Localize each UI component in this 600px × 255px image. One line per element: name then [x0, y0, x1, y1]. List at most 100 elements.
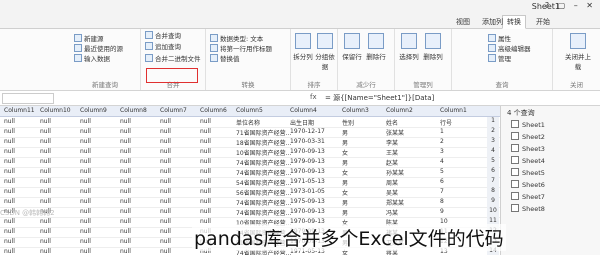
ribbon-item[interactable]: 将第一行用作标题	[210, 43, 272, 53]
table-cell[interactable]: null	[160, 128, 171, 135]
table-cell[interactable]: null	[80, 248, 91, 255]
table-cell[interactable]: 5	[440, 168, 444, 175]
table-cell[interactable]: 8	[440, 198, 444, 205]
table-cell[interactable]: null	[160, 168, 171, 175]
table-cell[interactable]: null	[80, 188, 91, 195]
table-cell[interactable]: null	[120, 158, 131, 165]
table-cell[interactable]: 10省国际资产经营...	[236, 148, 291, 157]
checkbox-icon[interactable]	[511, 132, 519, 140]
table-cell[interactable]: 张某某	[386, 128, 404, 137]
table-cell[interactable]: null	[4, 218, 15, 225]
table-cell[interactable]: 56省国际资产经营...	[236, 188, 291, 197]
table-cell[interactable]: null	[120, 228, 131, 235]
table-cell[interactable]: null	[160, 158, 171, 165]
table-cell[interactable]: null	[4, 118, 15, 125]
table-cell[interactable]: null	[200, 158, 211, 165]
formula-input[interactable]: = 源{[Name="Sheet1"]}[Data]	[325, 93, 434, 103]
table-cell[interactable]: null	[4, 198, 15, 205]
table-cell[interactable]: 1970-09-13	[290, 168, 325, 175]
table-cell[interactable]: null	[80, 228, 91, 235]
table-cell[interactable]: 男	[342, 138, 348, 147]
table-cell[interactable]: 吴某	[386, 188, 398, 197]
ribbon-item[interactable]: 合并二进制文件	[145, 53, 201, 63]
table-cell[interactable]: 孙某某	[386, 168, 404, 177]
checkbox-icon[interactable]	[511, 144, 519, 152]
table-cell[interactable]: null	[40, 218, 51, 225]
table-cell[interactable]: 1971-05-13	[290, 178, 325, 185]
table-cell[interactable]: null	[160, 248, 171, 255]
window-controls[interactable]: ? ▢ – ✕	[545, 1, 596, 10]
table-cell[interactable]: null	[200, 118, 211, 125]
table-cell[interactable]: null	[120, 148, 131, 155]
table-cell[interactable]: null	[4, 138, 15, 145]
table-cell[interactable]: 1975-09-13	[290, 198, 325, 205]
close-and-load-button[interactable]: 关闭并上载	[563, 33, 593, 71]
column-header[interactable]: Column4	[290, 107, 317, 114]
table-cell[interactable]: 冯某	[386, 208, 398, 217]
column-header[interactable]: Column3	[342, 107, 369, 114]
table-cell[interactable]: 1970-09-13	[290, 208, 325, 215]
table-cell[interactable]: null	[120, 128, 131, 135]
query-item[interactable]: Sheet7	[511, 192, 545, 201]
table-cell[interactable]: 74省国际资产经营...	[236, 168, 291, 177]
table-cell[interactable]: 6	[440, 178, 444, 185]
table-cell[interactable]: null	[200, 138, 211, 145]
table-cell[interactable]: null	[40, 118, 51, 125]
table-cell[interactable]: 李某	[386, 138, 398, 147]
column-header[interactable]: Column6	[200, 107, 227, 114]
column-header[interactable]: Column1	[440, 107, 467, 114]
table-cell[interactable]: null	[200, 178, 211, 185]
table-cell[interactable]: null	[80, 138, 91, 145]
table-cell[interactable]: null	[160, 218, 171, 225]
ribbon-item[interactable]: 数据类型: 文本	[210, 33, 263, 43]
ribbon-item[interactable]: 高级编辑器	[488, 43, 531, 53]
table-cell[interactable]: 74省国际资产经营...	[236, 208, 291, 217]
tab-add-column[interactable]: 添加列	[478, 16, 507, 28]
table-cell[interactable]: null	[40, 198, 51, 205]
split-column-button[interactable]: 拆分列	[293, 33, 313, 61]
table-cell[interactable]: null	[40, 178, 51, 185]
column-header[interactable]: Column7	[160, 107, 187, 114]
table-cell[interactable]: 7	[440, 188, 444, 195]
table-cell[interactable]: null	[4, 148, 15, 155]
query-item[interactable]: Sheet5	[511, 168, 545, 177]
column-header[interactable]: Column2	[386, 107, 413, 114]
remove-columns-button[interactable]: 删除列	[423, 33, 443, 61]
table-cell[interactable]: 女	[342, 188, 348, 197]
table-cell[interactable]: 1973-01-05	[290, 188, 325, 195]
table-cell[interactable]: 1979-09-13	[290, 158, 325, 165]
table-cell[interactable]: null	[40, 128, 51, 135]
checkbox-icon[interactable]	[511, 120, 519, 128]
table-cell[interactable]: 3	[440, 148, 444, 155]
column-header[interactable]: Column5	[236, 107, 263, 114]
table-cell[interactable]: 王某	[386, 148, 398, 157]
table-cell[interactable]: 1970-03-31	[290, 138, 325, 145]
table-cell[interactable]: null	[4, 238, 15, 245]
query-item[interactable]: Sheet6	[511, 180, 545, 189]
table-cell[interactable]: 1970-09-13	[290, 148, 325, 155]
table-cell[interactable]: 行号	[440, 118, 452, 127]
column-header[interactable]: Column9	[80, 107, 107, 114]
table-cell[interactable]: null	[80, 158, 91, 165]
table-cell[interactable]: null	[160, 228, 171, 235]
table-cell[interactable]: null	[200, 168, 211, 175]
table-cell[interactable]: 出生日期	[290, 118, 314, 127]
table-cell[interactable]: null	[160, 178, 171, 185]
table-cell[interactable]: 54省国际资产经营...	[236, 178, 291, 187]
table-cell[interactable]: 男	[342, 158, 348, 167]
table-cell[interactable]: 单位名称	[236, 118, 260, 127]
table-cell[interactable]: null	[80, 128, 91, 135]
table-cell[interactable]: null	[4, 248, 15, 255]
table-cell[interactable]: null	[80, 198, 91, 205]
column-header[interactable]: Column10	[40, 107, 71, 114]
table-cell[interactable]: null	[4, 128, 15, 135]
ribbon-item[interactable]: 最近使用的源	[74, 43, 123, 53]
table-cell[interactable]: 男	[342, 178, 348, 187]
column-header[interactable]: Column11	[4, 107, 35, 114]
table-cell[interactable]: null	[160, 138, 171, 145]
table-cell[interactable]: null	[120, 178, 131, 185]
table-cell[interactable]: null	[4, 168, 15, 175]
ribbon-item[interactable]: 属性	[488, 33, 511, 43]
table-cell[interactable]: null	[80, 148, 91, 155]
group-by-button[interactable]: 分组依据	[315, 33, 335, 71]
